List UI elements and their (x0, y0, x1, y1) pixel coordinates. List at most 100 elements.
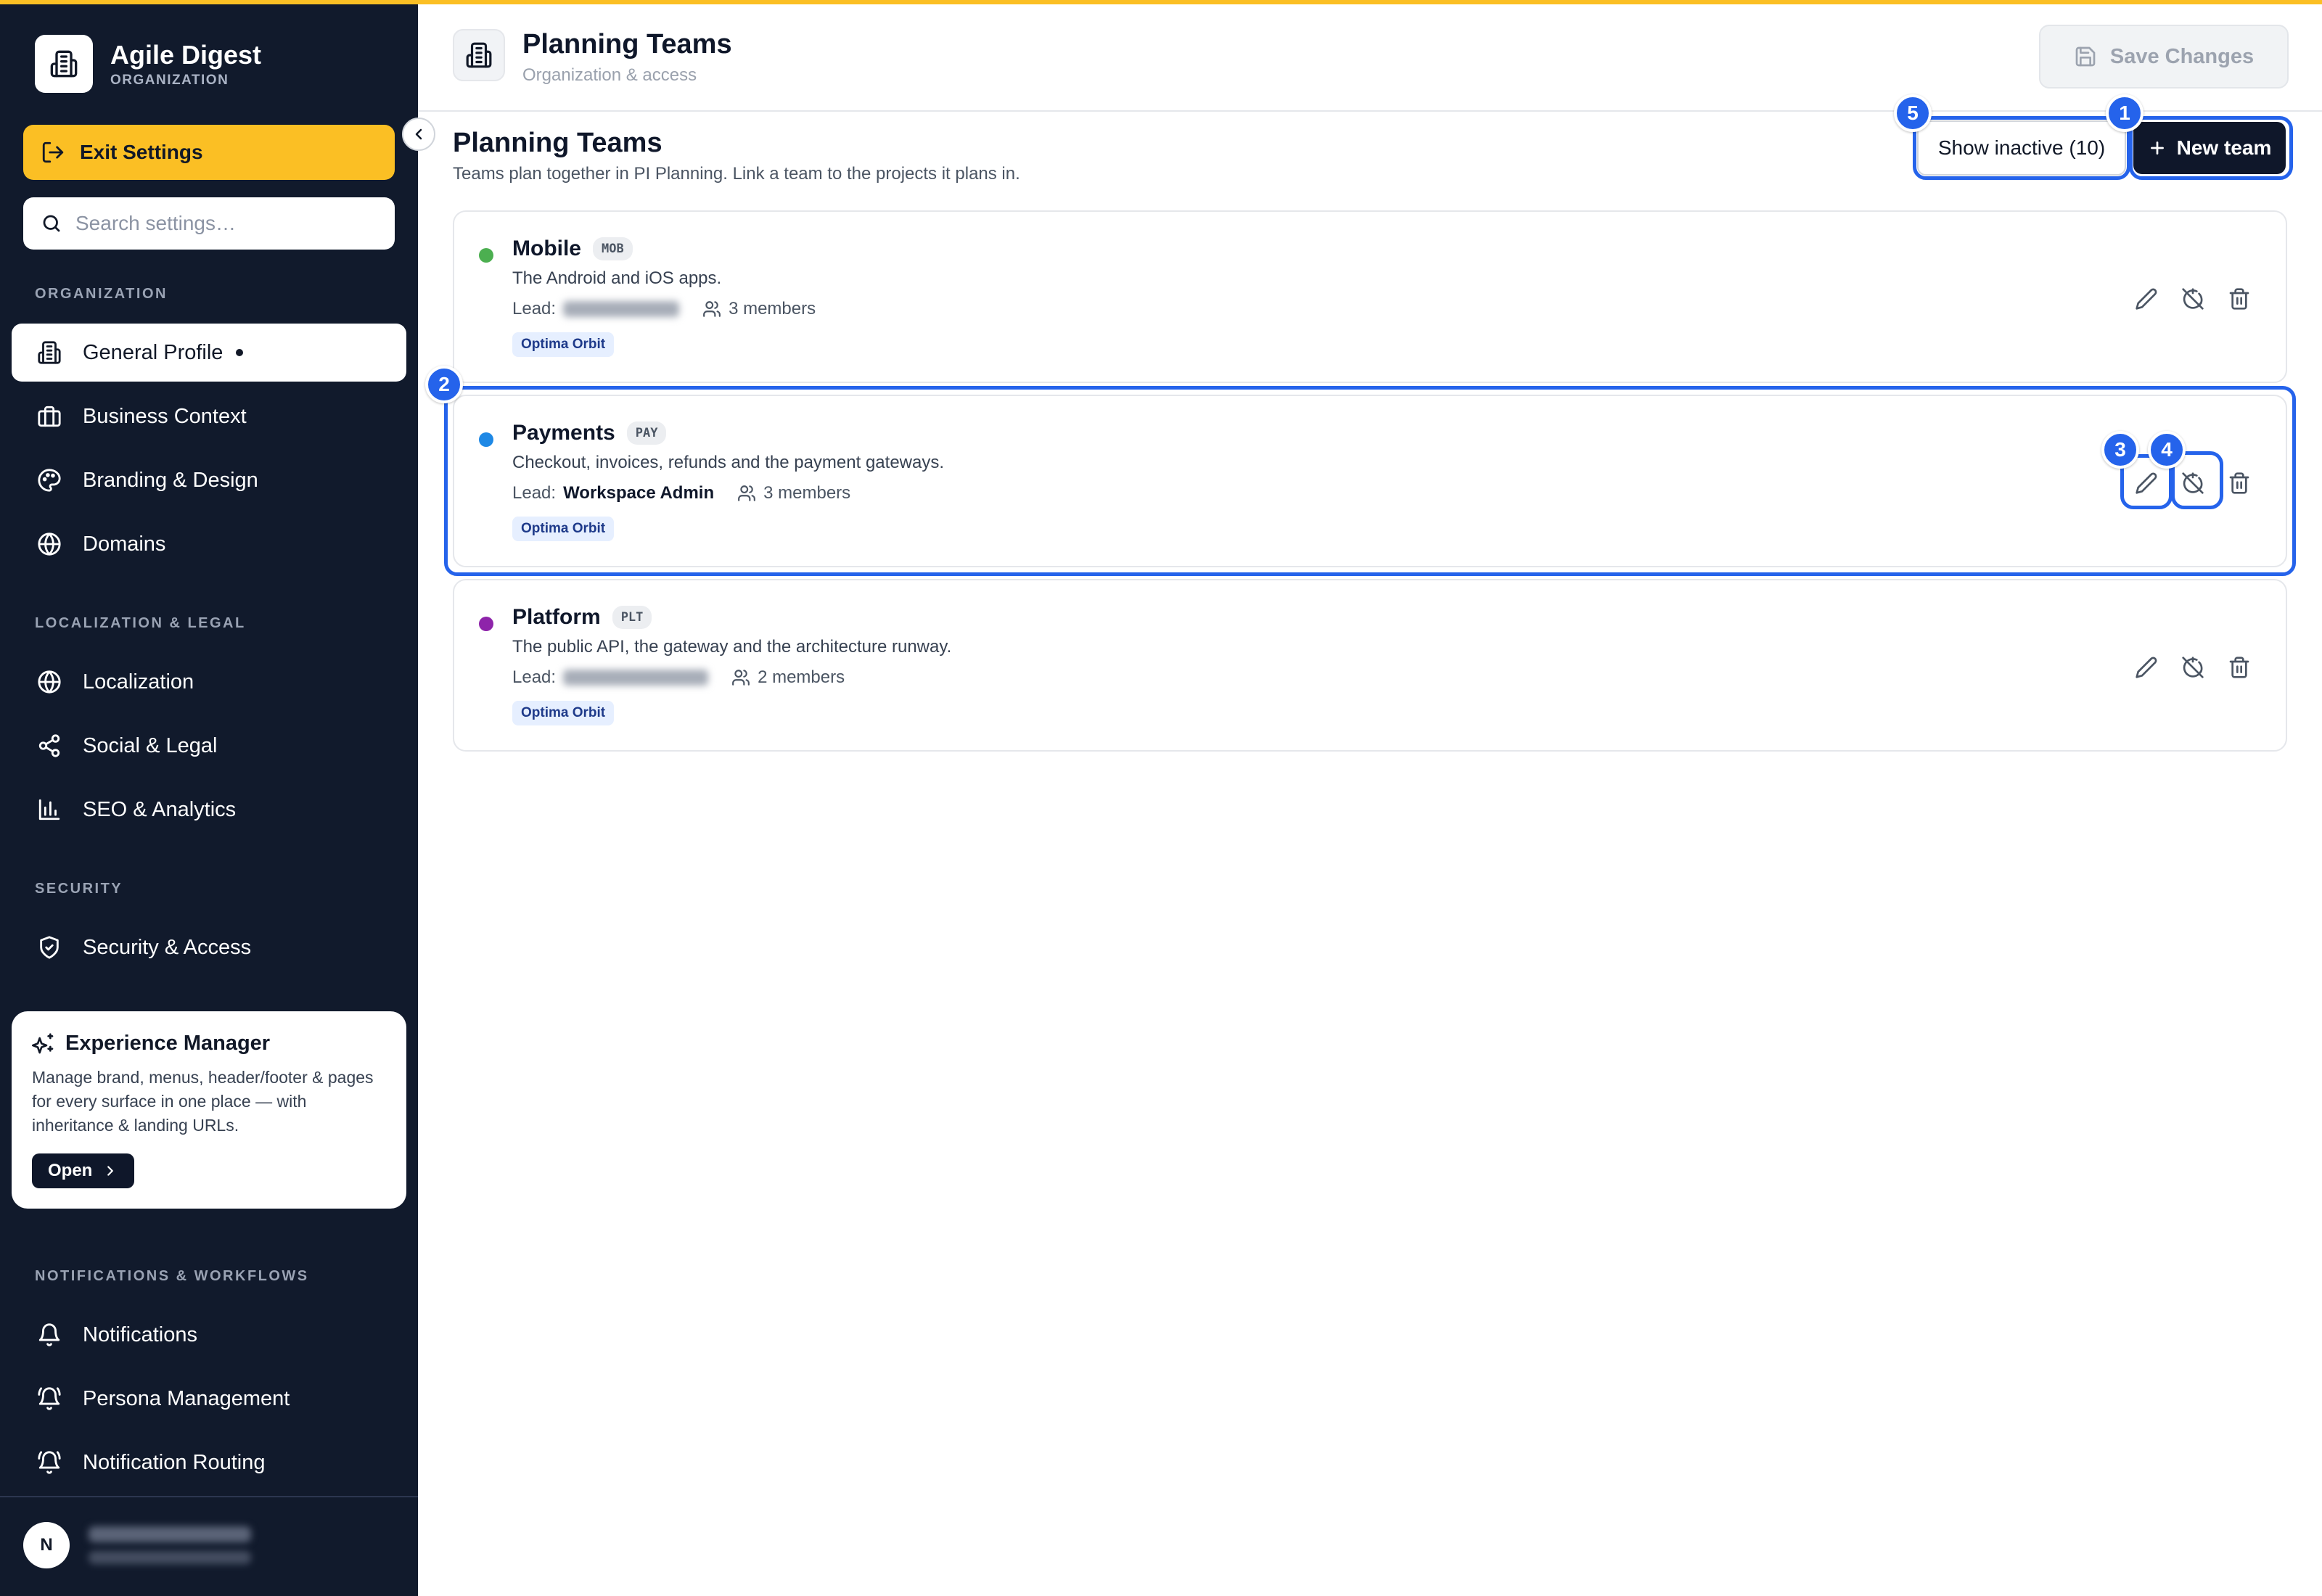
team-card-platform[interactable]: Platform PLT The public API, the gateway… (453, 579, 2287, 752)
team-code-badge: PLT (612, 606, 652, 629)
team-card-mobile[interactable]: Mobile MOB The Android and iOS apps. Lea… (453, 210, 2287, 383)
lead-name-redacted (563, 670, 709, 686)
sidebar-item-label: Localization (83, 670, 194, 694)
section-heading-security: SECURITY (35, 881, 123, 897)
member-count: 2 members (758, 667, 845, 687)
delete-team-button[interactable] (2222, 281, 2257, 316)
settings-sidebar: Agile Digest ORGANIZATION Exit Settings … (0, 0, 418, 1596)
project-tag: Optima Orbit (512, 701, 615, 725)
lead-label: Lead: (512, 667, 557, 687)
briefcase-icon (35, 402, 64, 431)
brand-name: Agile Digest (110, 40, 262, 70)
experience-manager-open-button[interactable]: Open (32, 1153, 135, 1188)
globe-icon (35, 667, 64, 696)
trash-icon (2229, 657, 2249, 678)
pencil-icon (2136, 288, 2157, 310)
team-description: The public API, the gateway and the arch… (512, 637, 952, 657)
bell-ring-icon (35, 1384, 64, 1413)
sidebar-item-general-profile[interactable]: General Profile (12, 324, 406, 382)
users-icon (703, 301, 721, 317)
sidebar-item-label: Persona Management (83, 1386, 290, 1410)
open-label: Open (48, 1161, 93, 1180)
bar-chart-icon (35, 795, 64, 824)
save-changes-button[interactable]: Save Changes (2039, 25, 2289, 89)
sidebar-item-label: Branding & Design (83, 468, 258, 492)
sidebar-item-persona-management[interactable]: Persona Management (12, 1370, 406, 1428)
annotation-marker-1: 1 (2106, 94, 2143, 132)
sidebar-item-label: Security & Access (83, 935, 252, 959)
search-input[interactable] (75, 212, 380, 235)
annotation-marker-3: 3 (2101, 431, 2139, 469)
team-name: Mobile (512, 236, 581, 260)
member-count: 3 members (729, 299, 816, 318)
edit-team-button[interactable] (2129, 650, 2164, 685)
save-icon (2075, 46, 2096, 67)
sidebar-item-label: SEO & Analytics (83, 797, 237, 821)
annotation-marker-4: 4 (2148, 431, 2186, 469)
delete-team-button[interactable] (2222, 650, 2257, 685)
settings-search[interactable] (23, 197, 395, 250)
user-profile[interactable]: N (23, 1522, 251, 1568)
team-color-dot (479, 248, 493, 263)
sidebar-item-social-legal[interactable]: Social & Legal (12, 717, 406, 775)
deactivate-team-button[interactable] (2175, 281, 2210, 316)
highlight-payments-card (444, 386, 2296, 576)
building-icon (35, 35, 93, 93)
collapse-sidebar-button[interactable] (402, 118, 435, 151)
search-icon (43, 215, 60, 232)
edit-team-button[interactable] (2129, 281, 2164, 316)
unsaved-indicator-dot (236, 349, 244, 356)
deactivate-team-button[interactable] (2175, 650, 2210, 685)
power-off-icon (2182, 288, 2204, 310)
exit-settings-button[interactable]: Exit Settings (23, 125, 395, 180)
globe-icon (35, 530, 64, 559)
sidebar-item-notification-routing[interactable]: Notification Routing (12, 1433, 406, 1492)
sidebar-item-label: Notification Routing (83, 1450, 266, 1474)
experience-manager-description: Manage brand, menus, header/footer & pag… (32, 1068, 374, 1135)
team-color-dot (479, 617, 493, 631)
team-name: Platform (512, 605, 601, 629)
log-out-icon (42, 141, 64, 163)
sidebar-item-label: General Profile (83, 340, 223, 364)
section-title: Planning Teams (453, 128, 662, 158)
power-off-icon (2182, 657, 2204, 678)
building-icon (35, 338, 64, 367)
trash-icon (2229, 288, 2249, 310)
sidebar-divider (0, 1496, 418, 1497)
share-icon (35, 731, 64, 760)
users-icon (732, 670, 750, 686)
sidebar-item-business-context[interactable]: Business Context (12, 387, 406, 445)
experience-manager-title: Experience Manager (65, 1032, 271, 1055)
highlight-new-team (2129, 116, 2293, 180)
brand: Agile Digest ORGANIZATION (35, 35, 261, 93)
page-title: Planning Teams (522, 29, 732, 59)
palette-icon (35, 466, 64, 495)
section-heading-notifications-workflows: NOTIFICATIONS & WORKFLOWS (35, 1268, 309, 1284)
sidebar-item-label: Domains (83, 532, 166, 556)
save-changes-label: Save Changes (2109, 44, 2255, 68)
project-tag: Optima Orbit (512, 332, 615, 357)
sidebar-item-seo-analytics[interactable]: SEO & Analytics (12, 781, 406, 839)
page-header: Planning Teams Organization & access Sav… (418, 4, 2322, 112)
top-accent-bar (0, 0, 2322, 4)
sidebar-item-domains[interactable]: Domains (12, 515, 406, 573)
sidebar-item-security-access[interactable]: Security & Access (12, 918, 406, 976)
chevron-left-icon (415, 128, 422, 140)
avatar: N (23, 1522, 70, 1568)
lead-label: Lead: (512, 299, 557, 318)
sidebar-item-localization[interactable]: Localization (12, 653, 406, 711)
bell-ring-icon (35, 1448, 64, 1477)
bell-icon (35, 1320, 64, 1349)
section-heading-localization-legal: LOCALIZATION & LEGAL (35, 615, 246, 631)
sidebar-item-notifications[interactable]: Notifications (12, 1306, 406, 1364)
shield-check-icon (35, 933, 64, 962)
user-details-redacted (89, 1526, 251, 1564)
pencil-icon (2136, 657, 2157, 678)
sidebar-item-branding-design[interactable]: Branding & Design (12, 451, 406, 509)
sidebar-item-label: Notifications (83, 1323, 197, 1346)
highlight-show-inactive (1913, 116, 2130, 180)
chevron-right-icon (107, 1166, 114, 1176)
exit-settings-label: Exit Settings (80, 141, 203, 163)
team-code-badge: MOB (593, 237, 633, 260)
experience-manager-card: Experience Manager Manage brand, menus, … (12, 1011, 406, 1209)
